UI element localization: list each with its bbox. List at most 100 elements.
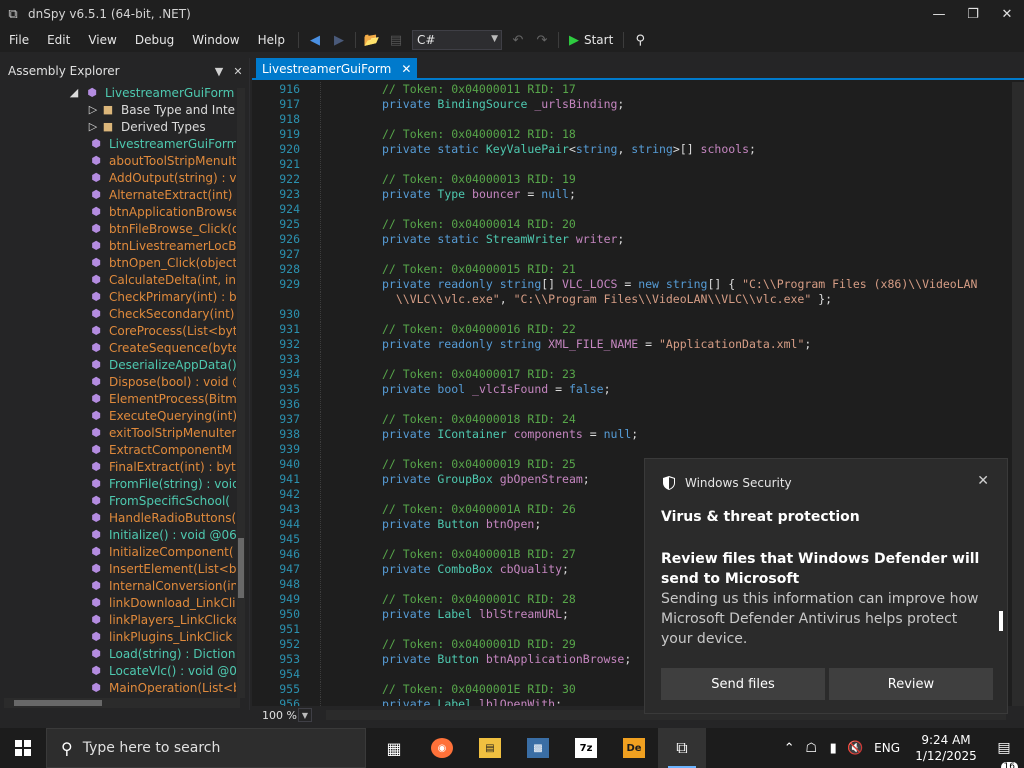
forward-arrow-icon[interactable]: ▶ bbox=[328, 29, 350, 51]
tree-item[interactable]: ◢ ⬢ LivestreamerGuiForm @0200 bbox=[0, 84, 236, 101]
minimize-button[interactable]: — bbox=[922, 0, 956, 28]
menu-window[interactable]: Window bbox=[183, 28, 248, 52]
tree-folder[interactable]: ▷ ■ Base Type and Interfaces bbox=[0, 101, 236, 118]
tree-item[interactable]: ⬢ aboutToolStripMenuItem bbox=[0, 152, 236, 169]
7zip-icon[interactable]: 7z bbox=[562, 728, 610, 768]
code-token: ; bbox=[562, 607, 569, 621]
clock[interactable]: 9:24 AM 1/12/2025 bbox=[908, 732, 984, 764]
tree-item[interactable]: ⬢ Load(string) : Diction bbox=[0, 645, 236, 662]
dnspy-taskbar-icon[interactable]: ⧉ bbox=[658, 728, 706, 768]
tree-item[interactable]: ⬢ btnFileBrowse_Click(o bbox=[0, 220, 236, 237]
indent-guide bbox=[320, 82, 382, 97]
tree-item-label: FromFile(string) : void bbox=[109, 476, 236, 491]
tree-item[interactable]: ⬢ Dispose(bool) : void @ bbox=[0, 373, 236, 390]
tree-item[interactable]: ⬢ FromSpecificSchool( bbox=[0, 492, 236, 509]
zoom-level[interactable]: 100 % bbox=[252, 709, 298, 722]
taskbar-search-box[interactable]: ⚲ Type here to search bbox=[46, 728, 366, 768]
tree-item[interactable]: ⬢ btnApplicationBrowse bbox=[0, 203, 236, 220]
chevron-down-icon[interactable]: ▼ bbox=[211, 65, 227, 78]
tree-item[interactable]: ⬢ exitToolStripMenuIter bbox=[0, 424, 236, 441]
tree-item[interactable]: ⬢ CoreProcess(List<byt bbox=[0, 322, 236, 339]
de4dot-icon[interactable]: De bbox=[610, 728, 658, 768]
network-app-icon[interactable]: ▩ bbox=[514, 728, 562, 768]
expand-arrow-icon[interactable]: ▷ bbox=[88, 103, 98, 117]
tree-item[interactable]: ⬢ CalculateDelta(int, int bbox=[0, 271, 236, 288]
code-line: 927 bbox=[252, 247, 1012, 262]
tree-item[interactable]: ⬢ LocateVlc() : void @0 bbox=[0, 662, 236, 679]
tree-item[interactable]: ⬢ CreateSequence(byte bbox=[0, 339, 236, 356]
back-arrow-icon[interactable]: ◀ bbox=[304, 29, 326, 51]
tree-item[interactable]: ⬢ CheckSecondary(int) bbox=[0, 305, 236, 322]
start-menu-button[interactable] bbox=[0, 728, 46, 768]
notification-subheading: Review files that Windows Defender will … bbox=[661, 551, 980, 587]
tree-item[interactable]: ⬢ btnOpen_Click(object bbox=[0, 254, 236, 271]
tree-item[interactable]: ⬢ ExecuteQuerying(int) bbox=[0, 407, 236, 424]
tree-item[interactable]: ⬢ InsertElement(List<by bbox=[0, 560, 236, 577]
menu-edit[interactable]: Edit bbox=[38, 28, 79, 52]
close-icon[interactable]: ✕ bbox=[977, 473, 989, 489]
send-files-button[interactable]: Send files bbox=[661, 668, 825, 700]
tree-item[interactable]: ⬢ AlternateExtract(int) : bbox=[0, 186, 236, 203]
language-select[interactable]: C# ▼ bbox=[411, 30, 502, 50]
explorer-vertical-scrollbar[interactable] bbox=[237, 88, 245, 698]
review-button[interactable]: Review bbox=[829, 668, 993, 700]
chevron-up-icon[interactable]: ⌃ bbox=[778, 741, 800, 756]
line-number: 946 bbox=[279, 547, 300, 561]
network-icon[interactable]: ☖ bbox=[800, 741, 822, 756]
tree-item[interactable]: ⬢ Initialize() : void @06 bbox=[0, 526, 236, 543]
close-icon[interactable]: ✕ bbox=[230, 65, 246, 78]
save-icon[interactable]: ▤ bbox=[385, 29, 407, 51]
tree-item[interactable]: ⬢ AddOutput(string) : void bbox=[0, 169, 236, 186]
chevron-down-icon[interactable]: ▼ bbox=[298, 708, 312, 722]
task-view-icon[interactable]: ▦ bbox=[370, 728, 418, 768]
tree-item[interactable]: ⬢ MainOperation(List<b bbox=[0, 679, 236, 696]
expand-arrow-icon[interactable]: ◢ bbox=[66, 86, 82, 100]
undo-icon[interactable]: ↶ bbox=[507, 29, 529, 51]
tab-livestreamer-gui-form[interactable]: LivestreamerGuiForm ✕ bbox=[256, 58, 418, 80]
line-number: 936 bbox=[279, 397, 300, 411]
tree-item[interactable]: ⬢ linkPlugins_LinkClick bbox=[0, 628, 236, 645]
scrollbar-thumb[interactable] bbox=[238, 538, 244, 598]
tree-item[interactable]: ⬢ ExtractComponentM bbox=[0, 441, 236, 458]
volume-muted-icon[interactable]: 🔇 bbox=[844, 741, 866, 756]
scrollbar-thumb[interactable] bbox=[14, 700, 102, 706]
editor-vertical-scrollbar[interactable] bbox=[1012, 82, 1024, 706]
expand-arrow-icon[interactable]: ▷ bbox=[88, 120, 98, 134]
restore-button[interactable]: ❐ bbox=[956, 0, 990, 28]
menu-view[interactable]: View bbox=[79, 28, 125, 52]
menu-help[interactable]: Help bbox=[249, 28, 294, 52]
battery-icon[interactable]: ▮ bbox=[822, 741, 844, 756]
language-indicator[interactable]: ENG bbox=[874, 741, 900, 755]
explorer-horizontal-scrollbar[interactable] bbox=[4, 698, 240, 708]
tree-item[interactable]: ⬢ FromFile(string) : void bbox=[0, 475, 236, 492]
assembly-explorer-header: Assembly Explorer ▼ ✕ bbox=[0, 58, 249, 84]
tree-item[interactable]: ⬢ DeserializeAppData() bbox=[0, 356, 236, 373]
tree-item[interactable]: ⬢ linkDownload_LinkCli bbox=[0, 594, 236, 611]
notification-center-icon[interactable]: ▤ 16 bbox=[984, 740, 1024, 768]
code-token: // Token: 0x0400001D RID: 29 bbox=[382, 637, 576, 651]
menu-debug[interactable]: Debug bbox=[126, 28, 183, 52]
redo-icon[interactable]: ↷ bbox=[531, 29, 553, 51]
start-button[interactable]: ▶ Start bbox=[563, 33, 619, 48]
firefox-icon[interactable]: ◉ bbox=[418, 728, 466, 768]
menu-file[interactable]: File bbox=[0, 28, 38, 52]
open-folder-icon[interactable]: 📂 bbox=[361, 29, 383, 51]
code-text: // Token: 0x04000019 RID: 25 bbox=[382, 457, 576, 472]
tree-item[interactable]: ⬢ btnLivestreamerLocBr bbox=[0, 237, 236, 254]
close-tab-icon[interactable]: ✕ bbox=[401, 62, 411, 76]
tree-item-label: FromSpecificSchool( bbox=[109, 493, 230, 508]
tree-folder[interactable]: ▷ ■ Derived Types bbox=[0, 118, 236, 135]
code-token: ; bbox=[582, 472, 590, 486]
close-button[interactable]: ✕ bbox=[990, 0, 1024, 28]
tree-item[interactable]: ⬢ HandleRadioButtons( bbox=[0, 509, 236, 526]
tree-item[interactable]: ⬢ InternalConversion(in bbox=[0, 577, 236, 594]
tree-item[interactable]: ⬢ linkPlayers_LinkClicke bbox=[0, 611, 236, 628]
tree-item[interactable]: ⬢ InitializeComponent( bbox=[0, 543, 236, 560]
file-explorer-icon[interactable]: ▤ bbox=[466, 728, 514, 768]
tree-item[interactable]: ⬢ ElementProcess(Bitm bbox=[0, 390, 236, 407]
tree-item[interactable]: ⬢ LivestreamerGuiForm() bbox=[0, 135, 236, 152]
tree-item[interactable]: ⬢ FinalExtract(int) : byte bbox=[0, 458, 236, 475]
code-token: ; bbox=[749, 142, 756, 156]
tree-item[interactable]: ⬢ CheckPrimary(int) : b bbox=[0, 288, 236, 305]
search-icon[interactable]: ⚲ bbox=[629, 29, 651, 51]
